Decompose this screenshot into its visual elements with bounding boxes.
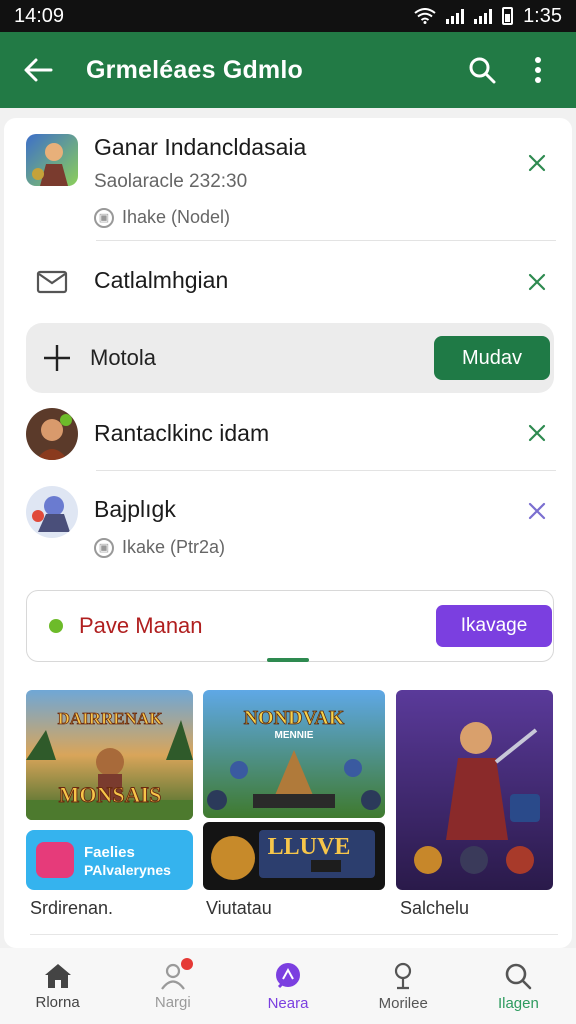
search-icon: [469, 57, 496, 84]
game-tile[interactable]: NONDVAK MENNIE: [203, 690, 385, 818]
banner-title: LLUVE: [268, 834, 351, 860]
arrow-left-icon: [24, 58, 53, 82]
item-meta: Ihake (Nodel): [122, 207, 231, 227]
home-icon: [44, 963, 71, 988]
tile-caption: Viutatau: [206, 898, 272, 918]
plus-icon: [44, 345, 70, 371]
page-title: Grmeléaes Gdmlo: [86, 55, 303, 84]
list-item[interactable]: Bajplıgk ▣ Ikake (Ptr2a): [26, 486, 556, 558]
game-thumbnail: [26, 134, 78, 186]
add-row-label: Motola: [90, 345, 157, 370]
app-bar: Grmeléaes Gdmlo: [0, 32, 576, 108]
item-title: Catlalmhgian: [94, 267, 229, 293]
status-clock: 1:35: [523, 4, 562, 27]
content-card: Ganar Indancldasaia Saolaracle 232:30 ▣ I…: [4, 118, 572, 948]
game-tile[interactable]: [396, 690, 553, 890]
more-button[interactable]: [518, 50, 558, 90]
dismiss-button[interactable]: [522, 496, 552, 526]
status-time: 14:09: [14, 4, 65, 27]
game-artwork: LLUVE: [211, 830, 375, 880]
dismiss-button[interactable]: [522, 267, 552, 297]
status-bar: 14:09 1:35: [0, 0, 576, 32]
game-artwork: DAIRRENAK MONSAIS: [26, 690, 193, 820]
dismiss-button[interactable]: [522, 148, 552, 178]
promo-label: Pave Manan: [79, 613, 203, 638]
status-dot: [49, 619, 63, 633]
search-icon: [506, 963, 532, 989]
dismiss-button[interactable]: [522, 418, 552, 448]
nav-chat[interactable]: Neara: [230, 948, 345, 1024]
notification-badge: [181, 958, 194, 970]
game-tile[interactable]: DAIRRENAK MONSAIS: [26, 690, 193, 820]
wifi-icon: [414, 8, 436, 24]
nav-location[interactable]: Morilee: [346, 948, 461, 1024]
close-icon: [528, 424, 546, 442]
promo-tile-line1: Faelies: [84, 844, 135, 861]
add-row[interactable]: Motola Mudav: [26, 323, 554, 393]
mudav-button[interactable]: Mudav: [434, 336, 550, 380]
promo-banner[interactable]: Pave Manan Ikavage: [26, 590, 554, 662]
robot-icon: ▣: [94, 207, 114, 228]
close-icon: [528, 502, 546, 520]
tile-caption: Salchelu: [400, 898, 470, 918]
nav-profile[interactable]: Nargi: [115, 948, 230, 1024]
item-title: Ganar Indancldasaia: [94, 134, 307, 160]
robot-icon: ▣: [94, 537, 114, 558]
nav-label: Neara: [267, 994, 309, 1012]
nav-label: Morilee: [378, 994, 428, 1012]
close-icon: [528, 154, 546, 172]
game-artwork: [396, 690, 553, 890]
divider: [30, 934, 558, 935]
location-icon: [395, 962, 412, 989]
more-vertical-icon: [535, 57, 541, 83]
item-subtitle: Saolaracle 232:30: [94, 171, 248, 192]
promo-tile[interactable]: Faelies PAlvalerynes: [26, 830, 193, 890]
tile-subtitle: MENNIE: [275, 730, 314, 741]
nav-home[interactable]: Rlorna: [0, 948, 115, 1024]
avatar: [26, 486, 78, 538]
app-screen: 14:09 1:35 Grmeléaes Gdmlo Ganar Indancl…: [0, 0, 576, 1024]
manage-button[interactable]: Ikavage: [436, 605, 552, 647]
nav-label: Nargi: [154, 993, 191, 1011]
signal-icon: [474, 8, 493, 24]
back-button[interactable]: [18, 50, 58, 90]
nav-search[interactable]: Ilagen: [461, 948, 576, 1024]
tile-title: NONDVAK: [244, 707, 345, 729]
signal-icon: [446, 8, 465, 24]
promo-tile-line2: PAlvalerynes: [84, 862, 171, 878]
list-item[interactable]: Catlalmhgian: [26, 256, 556, 308]
app-icon: [36, 842, 74, 878]
nav-label: Rlorna: [35, 993, 80, 1011]
tile-title: MONSAIS: [59, 782, 162, 807]
battery-icon: [502, 7, 514, 25]
mail-icon: [26, 256, 78, 308]
game-banner[interactable]: LLUVE: [203, 822, 385, 890]
close-icon: [528, 273, 546, 291]
drag-handle[interactable]: [267, 658, 309, 662]
tile-caption: Srdirenan.: [30, 898, 114, 918]
list-item[interactable]: Ganar Indancldasaia Saolaracle 232:30 ▣ I…: [26, 134, 556, 228]
item-title: Rantaclkinc idam: [94, 420, 270, 446]
list-item[interactable]: Rantaclkinc idam: [26, 408, 556, 460]
avatar: [26, 408, 78, 460]
tile-title: DAIRRENAK: [58, 709, 164, 728]
nav-label: Ilagen: [497, 994, 539, 1012]
bottom-nav: Rlorna Nargi Neara Morilee Ilagen: [0, 948, 576, 1024]
chat-icon: [276, 962, 300, 988]
divider: [96, 470, 556, 471]
game-artwork: NONDVAK MENNIE: [203, 690, 385, 818]
divider: [96, 240, 556, 241]
item-meta: Ikake (Ptr2a): [122, 537, 226, 557]
search-button[interactable]: [462, 50, 502, 90]
item-title: Bajplıgk: [94, 496, 176, 522]
status-icons: 1:35: [414, 5, 562, 28]
